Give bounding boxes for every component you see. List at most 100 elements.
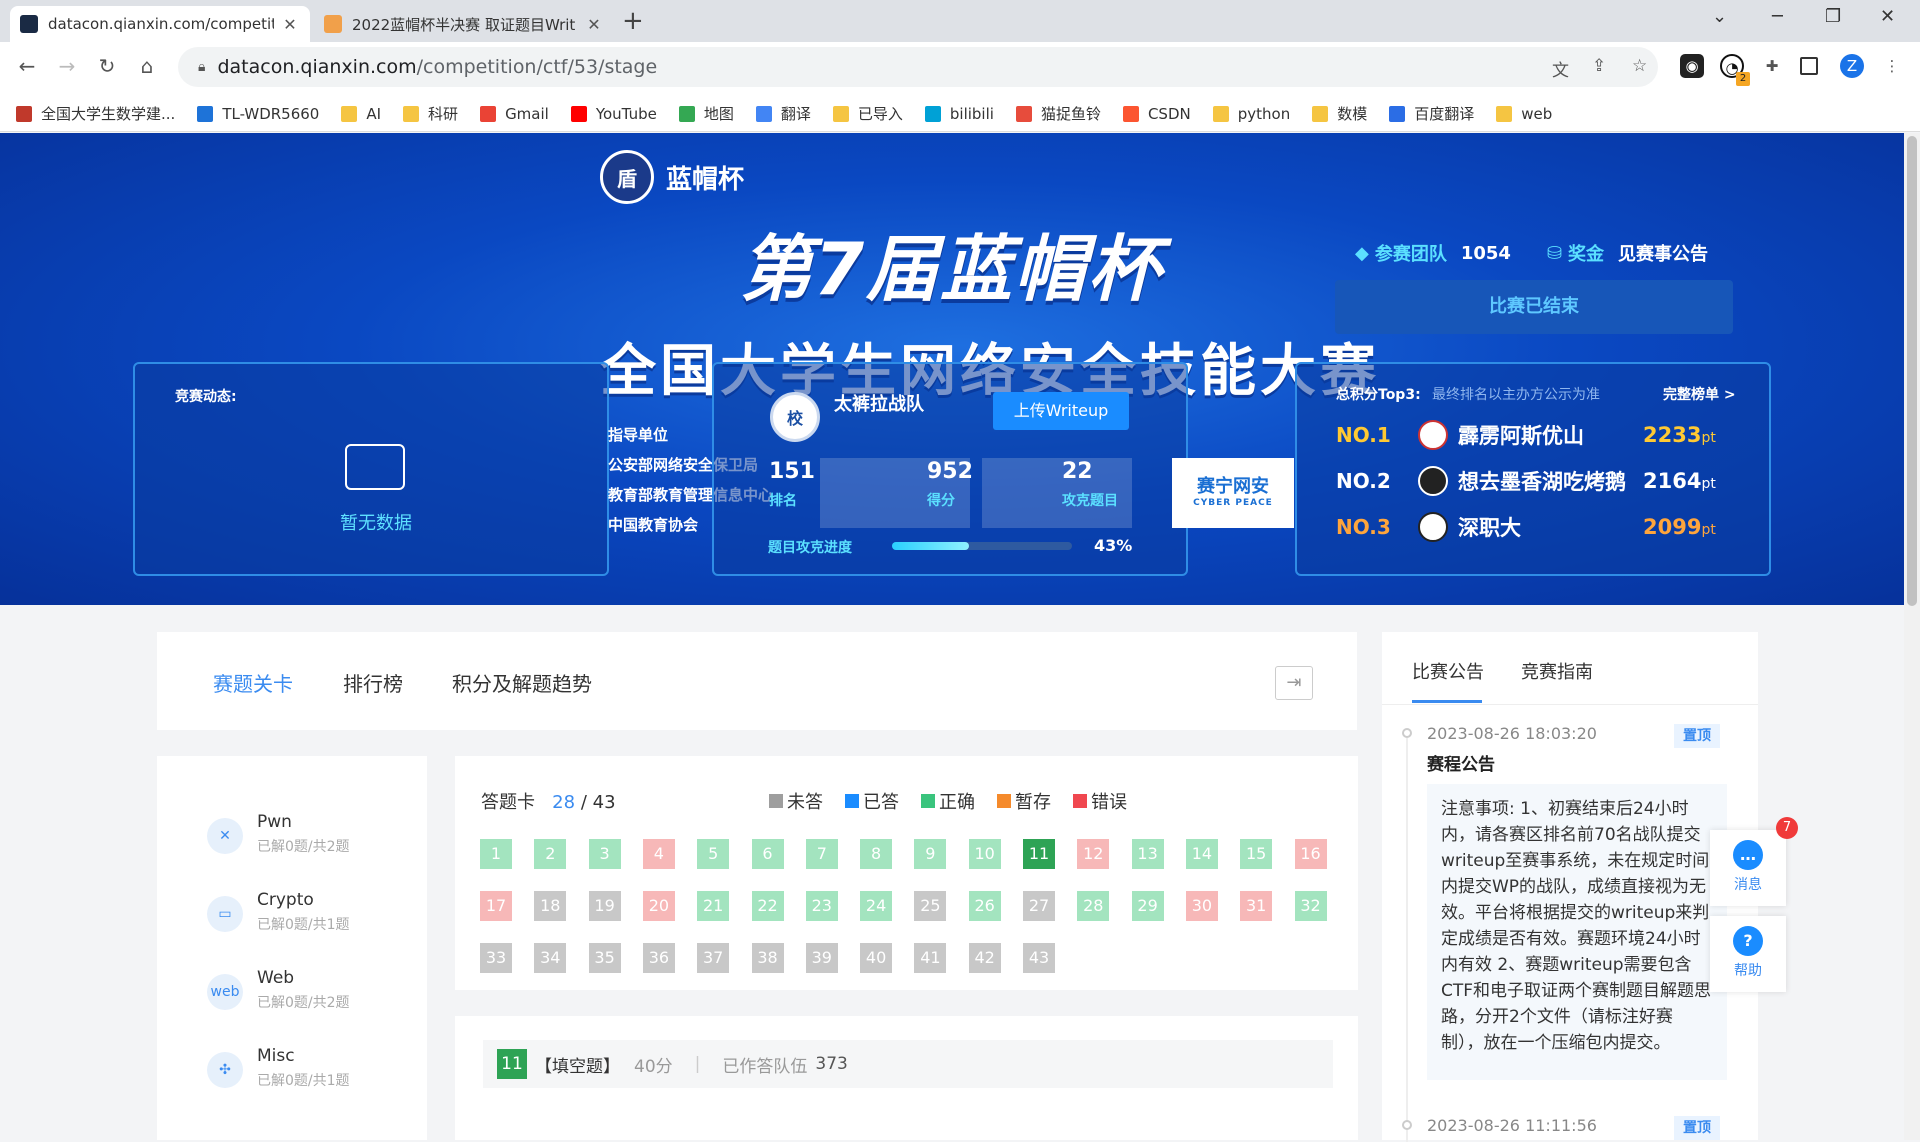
- question-cell[interactable]: 21: [697, 891, 730, 921]
- question-cell[interactable]: 30: [1185, 891, 1218, 921]
- question-cell[interactable]: 26: [968, 891, 1001, 921]
- question-cell[interactable]: 6: [751, 839, 784, 869]
- forward-icon[interactable]: →: [52, 54, 82, 78]
- question-cell[interactable]: 24: [860, 891, 893, 921]
- question-cell[interactable]: 35: [588, 943, 621, 973]
- question-cell[interactable]: 39: [805, 943, 838, 973]
- question-cell[interactable]: 40: [860, 943, 893, 973]
- new-tab-icon[interactable]: +: [622, 8, 644, 34]
- scrollbar-thumb[interactable]: [1907, 136, 1917, 606]
- question-cell[interactable]: 9: [914, 839, 947, 869]
- category-misc[interactable]: ✣ Misc 已解0题/共1题: [207, 1046, 350, 1090]
- bookmark-item[interactable]: web: [1496, 105, 1552, 123]
- help-button[interactable]: ? 帮助: [1710, 916, 1786, 992]
- status-legend: 未答 已答 正确 暂存 错误: [769, 788, 1149, 814]
- bookmark-item[interactable]: 地图: [678, 103, 734, 124]
- question-cell[interactable]: 13: [1131, 839, 1164, 869]
- question-cell[interactable]: 27: [1023, 891, 1055, 921]
- menu-kebab-icon[interactable]: ⋮: [1880, 54, 1904, 78]
- question-cell[interactable]: 17: [480, 891, 512, 921]
- bookmark-item[interactable]: 科研: [403, 103, 458, 124]
- tab-announcements[interactable]: 比赛公告: [1412, 658, 1484, 684]
- share-icon[interactable]: ⇪: [1592, 56, 1606, 76]
- bookmark-item[interactable]: 翻译: [755, 103, 811, 124]
- category-crypto[interactable]: ▭ Crypto 已解0题/共1题: [207, 890, 350, 934]
- messages-button[interactable]: … 消息: [1710, 830, 1786, 906]
- question-cell[interactable]: 1: [480, 839, 512, 869]
- close-window-icon[interactable]: ✕: [1880, 6, 1895, 27]
- tab-score-trend[interactable]: 积分及解题趋势: [452, 668, 592, 697]
- bookmark-item[interactable]: bilibili: [924, 105, 994, 123]
- home-icon[interactable]: ⌂: [132, 54, 162, 78]
- question-cell[interactable]: 19: [588, 891, 621, 921]
- question-cell[interactable]: 10: [968, 839, 1001, 869]
- question-cell[interactable]: 4: [642, 839, 675, 869]
- question-cell[interactable]: 20: [642, 891, 675, 921]
- side-panel-icon[interactable]: [1800, 57, 1818, 75]
- close-tab-icon[interactable]: ✕: [584, 15, 604, 34]
- address-bar[interactable]: 🔒︎ datacon.qianxin.com/competition/ctf/5…: [178, 47, 1658, 87]
- reload-icon[interactable]: ↻: [92, 54, 122, 78]
- full-ranking-link[interactable]: 完整榜单 >: [1663, 384, 1736, 404]
- question-cell[interactable]: 41: [914, 943, 947, 973]
- question-cell[interactable]: 2: [534, 839, 567, 869]
- profile-avatar[interactable]: Z: [1840, 54, 1864, 78]
- bookmark-item[interactable]: 百度翻译: [1389, 103, 1474, 124]
- bookmark-item[interactable]: 猫捉鱼铃: [1015, 103, 1101, 124]
- question-cell[interactable]: 28: [1077, 891, 1110, 921]
- collapse-panel-icon[interactable]: ⇥: [1275, 666, 1313, 700]
- competition-ended-button[interactable]: 比赛已结束: [1335, 280, 1733, 334]
- question-cell[interactable]: 14: [1185, 839, 1218, 869]
- bookmark-item[interactable]: TL-WDR5660: [197, 105, 319, 123]
- question-cell[interactable]: 12: [1077, 839, 1110, 869]
- back-icon[interactable]: ←: [12, 54, 42, 78]
- close-tab-icon[interactable]: ✕: [280, 15, 300, 34]
- question-cell[interactable]: 5: [697, 839, 730, 869]
- bookmark-item[interactable]: YouTube: [570, 105, 657, 123]
- question-cell[interactable]: 11: [1023, 839, 1055, 869]
- question-cell[interactable]: 42: [968, 943, 1001, 973]
- legend-label: 未答: [787, 792, 823, 813]
- tab-guide[interactable]: 竞赛指南: [1521, 658, 1593, 684]
- question-cell[interactable]: 29: [1131, 891, 1164, 921]
- question-cell[interactable]: 8: [860, 839, 893, 869]
- translate-page-icon[interactable]: 文: [1552, 56, 1569, 81]
- question-cell[interactable]: 43: [1023, 943, 1055, 973]
- browser-tab[interactable]: 2022蓝帽杯半决赛 取证题目Writ ✕: [314, 6, 614, 42]
- bookmark-item[interactable]: 全国大学生数学建...: [16, 103, 175, 124]
- minimize-icon[interactable]: ─: [1772, 6, 1783, 27]
- question-cell[interactable]: 32: [1294, 891, 1327, 921]
- bookmark-item[interactable]: python: [1212, 105, 1290, 123]
- tab-challenges[interactable]: 赛题关卡: [213, 668, 293, 697]
- tab-search-chevron-icon[interactable]: ⌄: [1712, 6, 1727, 27]
- question-cell[interactable]: 31: [1240, 891, 1273, 921]
- question-cell[interactable]: 7: [805, 839, 838, 869]
- bookmark-item[interactable]: AI: [341, 105, 381, 123]
- question-cell[interactable]: 16: [1294, 839, 1327, 869]
- bookmark-item[interactable]: Gmail: [480, 105, 549, 123]
- bookmark-item[interactable]: CSDN: [1122, 105, 1191, 123]
- question-cell[interactable]: 23: [805, 891, 838, 921]
- category-web[interactable]: web Web 已解0题/共2题: [207, 968, 350, 1012]
- question-cell[interactable]: 22: [751, 891, 784, 921]
- browser-tab-active[interactable]: datacon.qianxin.com/competiti ✕: [10, 6, 310, 42]
- category-pwn[interactable]: ✕ Pwn 已解0题/共2题: [207, 812, 350, 856]
- bookmark-item[interactable]: 数模: [1312, 103, 1367, 124]
- tab-leaderboard[interactable]: 排行榜: [343, 668, 403, 697]
- question-cell[interactable]: 38: [751, 943, 784, 973]
- question-cell[interactable]: 25: [914, 891, 947, 921]
- question-cell[interactable]: 3: [588, 839, 621, 869]
- extensions-puzzle-icon[interactable]: ✚: [1760, 54, 1784, 78]
- question-cell[interactable]: 37: [697, 943, 730, 973]
- question-cell[interactable]: 34: [534, 943, 567, 973]
- question-cell[interactable]: 33: [480, 943, 512, 973]
- question-cell[interactable]: 36: [642, 943, 675, 973]
- question-cell[interactable]: 15: [1240, 839, 1273, 869]
- bookmark-star-icon[interactable]: ☆: [1632, 56, 1647, 76]
- extension-icon[interactable]: ◉: [1680, 54, 1704, 78]
- maximize-icon[interactable]: ❐: [1825, 6, 1841, 27]
- upload-writeup-button[interactable]: 上传Writeup: [993, 392, 1129, 430]
- question-cell[interactable]: 18: [534, 891, 567, 921]
- chat-icon: …: [1733, 840, 1763, 870]
- bookmark-item[interactable]: 已导入: [832, 103, 903, 124]
